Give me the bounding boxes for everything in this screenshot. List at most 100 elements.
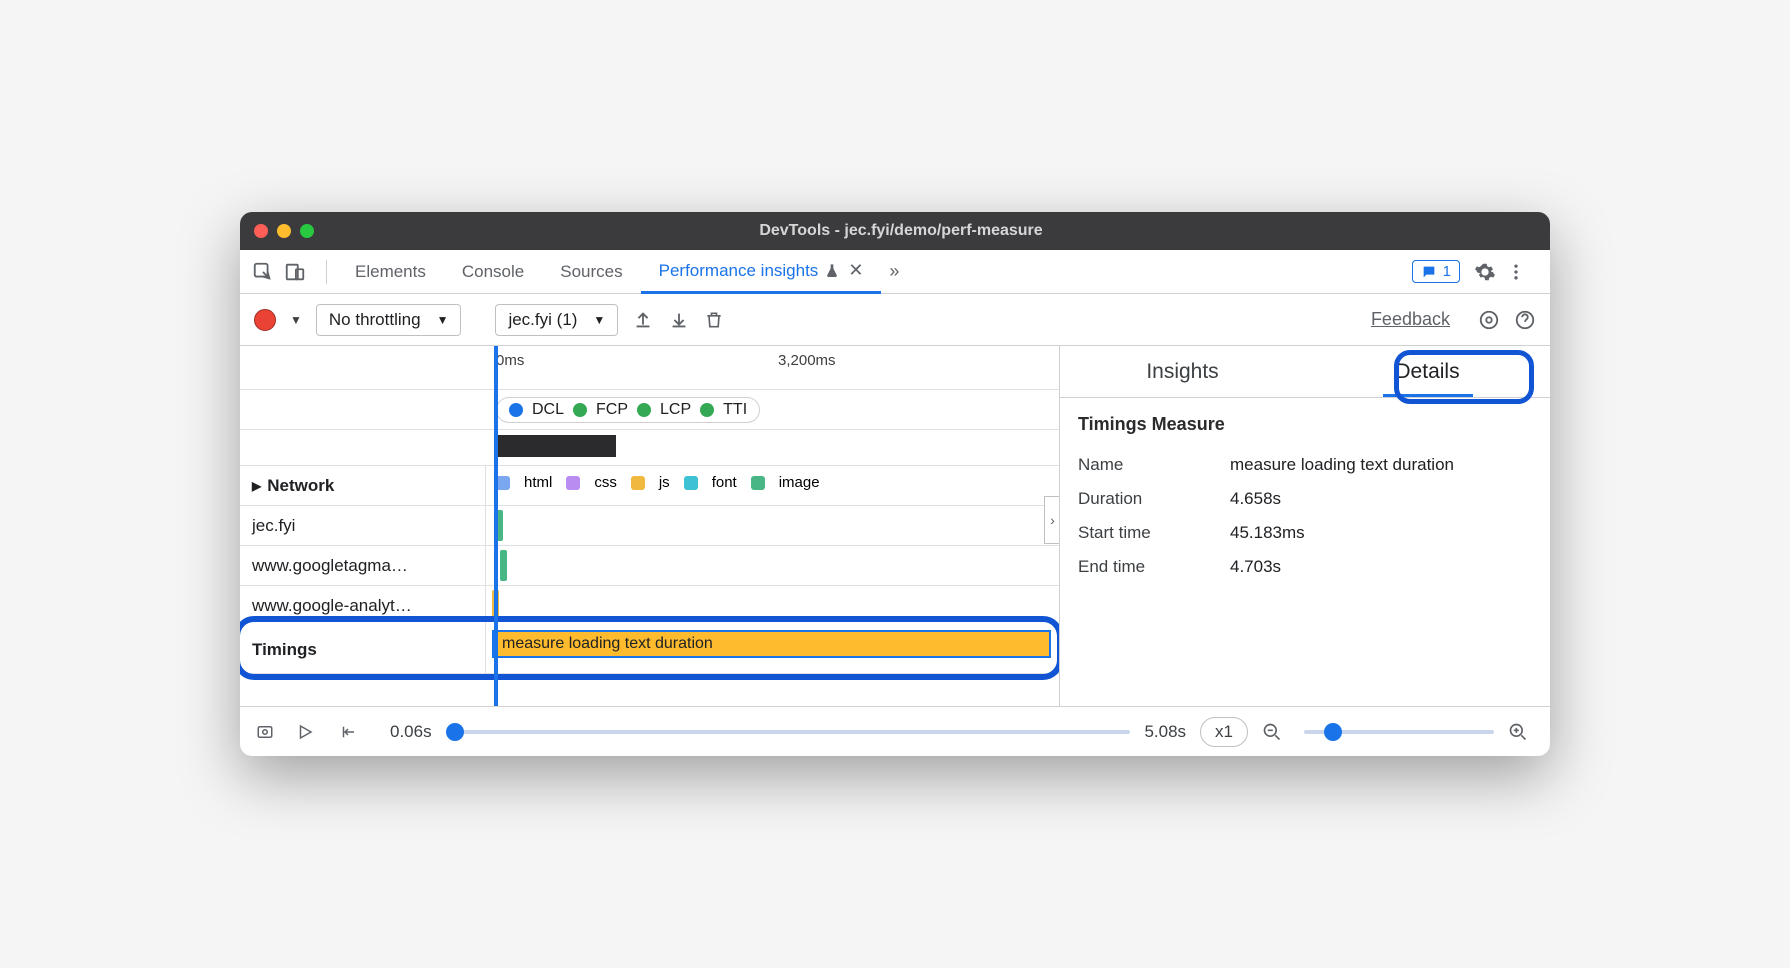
- perf-toolbar: ▼ No throttling ▼ jec.fyi (1) ▼ Feedback: [240, 294, 1550, 346]
- delete-icon[interactable]: [704, 309, 724, 331]
- tab-console-label: Console: [462, 262, 524, 282]
- kebab-menu-icon[interactable]: [1506, 262, 1538, 282]
- flask-icon: [824, 263, 840, 279]
- visibility-icon[interactable]: [254, 723, 282, 741]
- profile-dropdown[interactable]: jec.fyi (1) ▼: [495, 304, 618, 336]
- detail-key: Duration: [1078, 489, 1230, 509]
- device-toggle-icon[interactable]: [284, 261, 316, 283]
- network-row-label: www.google-analyt…: [240, 586, 486, 626]
- legend-js: js: [659, 474, 670, 491]
- detail-value: measure loading text duration: [1230, 455, 1454, 475]
- network-section: ▶Network html css js font image: [240, 466, 1059, 506]
- detail-key: Name: [1078, 455, 1230, 475]
- network-row[interactable]: www.google-analyt…: [240, 586, 1059, 626]
- detail-value: 45.183ms: [1230, 523, 1305, 543]
- legend-font-icon: [684, 476, 698, 490]
- network-row-label: jec.fyi: [240, 506, 486, 545]
- inspect-icon[interactable]: [252, 261, 284, 283]
- detail-row: Namemeasure loading text duration: [1078, 455, 1532, 475]
- maximize-window-button[interactable]: [300, 224, 314, 238]
- tab-details-label: Details: [1395, 360, 1459, 384]
- zoom-out-icon[interactable]: [1262, 722, 1290, 742]
- timings-section: Timings measure loading text duration: [240, 626, 1059, 674]
- legend-image-icon: [751, 476, 765, 490]
- request-bar[interactable]: [500, 550, 507, 581]
- metric-lcp: LCP: [660, 401, 691, 419]
- panel-settings-icon[interactable]: [1478, 309, 1500, 331]
- lcp-dot-icon: [637, 403, 651, 417]
- metrics-row: DCL FCP LCP TTI: [240, 390, 1059, 430]
- tab-insights-label: Insights: [1146, 360, 1218, 384]
- minimize-window-button[interactable]: [277, 224, 291, 238]
- close-window-button[interactable]: [254, 224, 268, 238]
- chevron-down-icon: ▼: [593, 313, 605, 327]
- legend-css: css: [594, 474, 617, 491]
- rewind-icon[interactable]: [338, 723, 366, 741]
- metric-tti: TTI: [723, 401, 747, 419]
- detail-row: Duration4.658s: [1078, 489, 1532, 509]
- chevron-down-icon: ▼: [437, 313, 449, 327]
- legend-image: image: [779, 474, 820, 491]
- network-row-label: www.googletagma…: [240, 546, 486, 585]
- timeline-ruler[interactable]: 0ms 3,200ms: [240, 346, 1059, 390]
- playback-bar: 0.06s 5.08s x1: [240, 706, 1550, 756]
- tab-performance-insights[interactable]: Performance insights ✕: [641, 250, 882, 294]
- metrics-chip[interactable]: DCL FCP LCP TTI: [496, 397, 760, 423]
- fcp-dot-icon: [573, 403, 587, 417]
- upload-icon[interactable]: [632, 309, 654, 331]
- feedback-link[interactable]: Feedback: [1371, 309, 1450, 330]
- devtools-window: DevTools - jec.fyi/demo/perf-measure Ele…: [240, 212, 1550, 756]
- timings-measure-bar[interactable]: measure loading text duration: [492, 630, 1051, 658]
- end-time: 5.08s: [1144, 722, 1186, 742]
- download-icon[interactable]: [668, 309, 690, 331]
- legend-html-icon: [496, 476, 510, 490]
- detail-key: End time: [1078, 557, 1230, 577]
- titlebar: DevTools - jec.fyi/demo/perf-measure: [240, 212, 1550, 250]
- tab-sources-label: Sources: [560, 262, 622, 282]
- details-heading: Timings Measure: [1078, 414, 1532, 435]
- zoom-slider[interactable]: [1304, 730, 1494, 734]
- details-content: Timings Measure Namemeasure loading text…: [1060, 398, 1550, 607]
- divider: [326, 260, 327, 284]
- detail-row: Start time45.183ms: [1078, 523, 1532, 543]
- profile-label: jec.fyi (1): [508, 310, 577, 330]
- tab-elements-label: Elements: [355, 262, 426, 282]
- detail-value: 4.658s: [1230, 489, 1281, 509]
- metric-dcl: DCL: [532, 401, 564, 419]
- legend-html: html: [524, 474, 552, 491]
- tab-sources[interactable]: Sources: [542, 250, 640, 293]
- help-icon[interactable]: [1514, 309, 1536, 331]
- close-tab-icon[interactable]: ✕: [848, 260, 863, 281]
- settings-icon[interactable]: [1474, 261, 1506, 283]
- playhead-marker[interactable]: [494, 346, 498, 706]
- tab-elements[interactable]: Elements: [337, 250, 444, 293]
- tti-dot-icon: [700, 403, 714, 417]
- network-row[interactable]: jec.fyi: [240, 506, 1059, 546]
- timings-section-label[interactable]: Timings: [240, 626, 486, 673]
- tab-details[interactable]: Details: [1305, 346, 1550, 397]
- timeline-panel: 0ms 3,200ms DCL FCP LCP TTI ▶Network: [240, 346, 1060, 706]
- overview-trace[interactable]: [240, 430, 1059, 466]
- record-button[interactable]: [254, 309, 276, 331]
- right-tabbar: Insights Details: [1060, 346, 1550, 398]
- more-tabs-icon[interactable]: »: [889, 261, 899, 282]
- message-icon: [1421, 264, 1437, 280]
- dcl-dot-icon: [509, 403, 523, 417]
- throttling-dropdown[interactable]: No throttling ▼: [316, 304, 462, 336]
- tab-insights[interactable]: Insights: [1060, 346, 1305, 397]
- time-slider[interactable]: [446, 730, 1131, 734]
- zoom-in-icon[interactable]: [1508, 722, 1536, 742]
- start-time: 0.06s: [390, 722, 432, 742]
- play-icon[interactable]: [296, 723, 324, 741]
- tab-console[interactable]: Console: [444, 250, 542, 293]
- timings-measure-label: measure loading text duration: [502, 635, 713, 653]
- record-dropdown-icon[interactable]: ▼: [290, 313, 302, 327]
- legend-css-icon: [566, 476, 580, 490]
- network-section-label[interactable]: ▶Network: [240, 466, 486, 505]
- window-controls: [254, 224, 314, 238]
- collapse-panel-icon[interactable]: ›: [1044, 496, 1060, 544]
- messages-badge[interactable]: 1: [1412, 260, 1460, 283]
- network-row[interactable]: www.googletagma…: [240, 546, 1059, 586]
- detail-value: 4.703s: [1230, 557, 1281, 577]
- zoom-badge[interactable]: x1: [1200, 717, 1248, 747]
